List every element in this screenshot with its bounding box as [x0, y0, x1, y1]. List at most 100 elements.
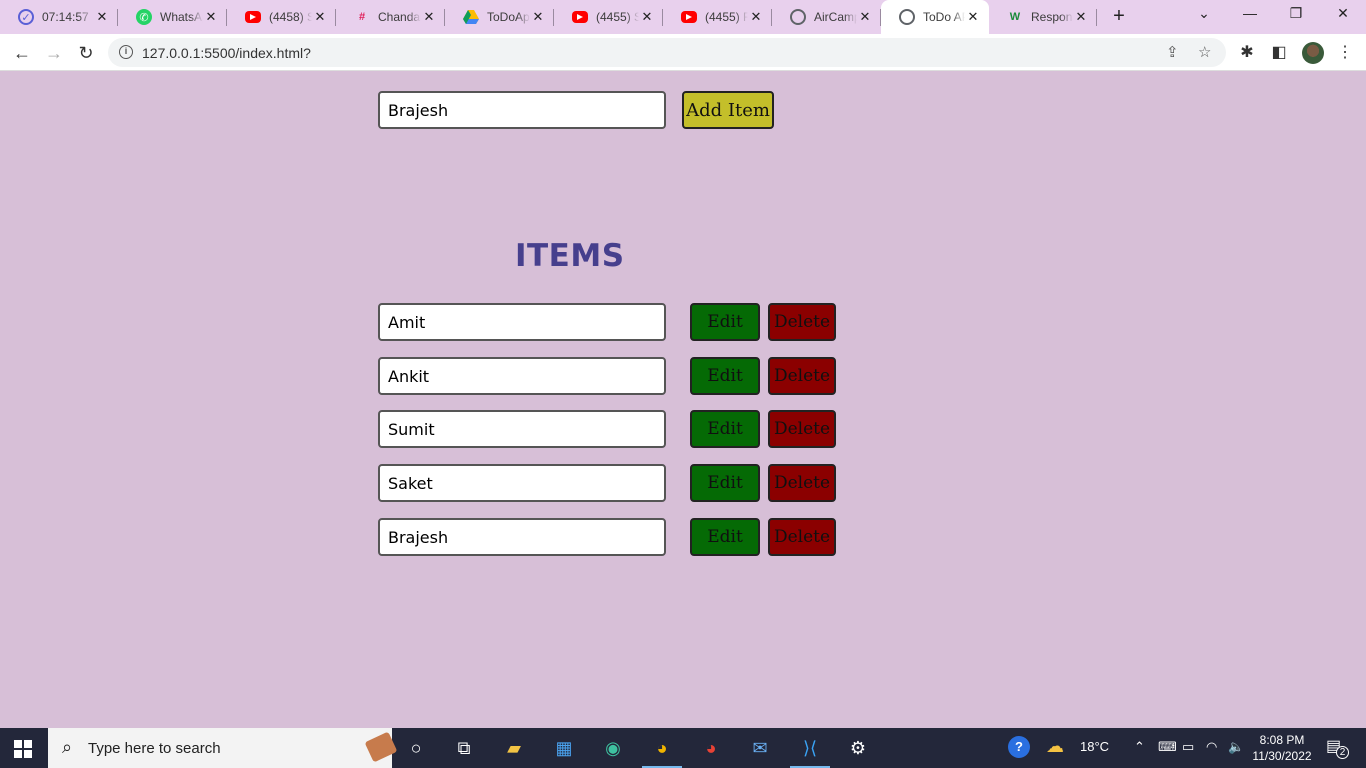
minimize-button[interactable]: —: [1227, 5, 1273, 29]
file-explorer-icon[interactable]: ▰: [500, 734, 528, 762]
profile-avatar[interactable]: [1302, 42, 1324, 64]
side-panel-icon[interactable]: ◧: [1268, 42, 1290, 64]
reload-button[interactable]: ↻: [73, 40, 99, 66]
battery-icon[interactable]: ▭: [1182, 739, 1194, 755]
taskbar-clock[interactable]: 8:08 PM 11/30/2022: [1250, 732, 1314, 764]
slack-icon: #: [358, 11, 366, 23]
close-icon[interactable]: ✕: [857, 9, 873, 25]
close-icon[interactable]: ✕: [421, 9, 437, 25]
help-icon[interactable]: ?: [1008, 736, 1030, 758]
tab-title: (4458) Sh: [269, 10, 312, 24]
back-button[interactable]: ←: [9, 40, 35, 66]
edge-icon[interactable]: ◉: [599, 734, 627, 762]
temperature-text[interactable]: 18°C: [1080, 739, 1109, 754]
item-text-field[interactable]: [378, 357, 666, 395]
new-tab-button[interactable]: +: [1108, 6, 1130, 28]
delete-button[interactable]: Delete: [768, 518, 836, 556]
items-heading: ITEMS: [515, 238, 625, 274]
windows-start-icon[interactable]: [14, 740, 32, 758]
delete-button[interactable]: Delete: [768, 303, 836, 341]
vscode-icon[interactable]: ⟩⟨: [790, 734, 830, 768]
browser-tab[interactable]: (4455) R ✕: [663, 0, 772, 34]
delete-button[interactable]: Delete: [768, 464, 836, 502]
item-text-field[interactable]: [378, 410, 666, 448]
browser-tab[interactable]: W Respons ✕: [989, 0, 1097, 34]
delete-button[interactable]: Delete: [768, 357, 836, 395]
extensions-icon[interactable]: ✱: [1236, 42, 1258, 64]
edit-button[interactable]: Edit: [690, 357, 760, 395]
item-text-field[interactable]: [378, 303, 666, 341]
close-icon[interactable]: ✕: [639, 9, 655, 25]
meet-now-icon[interactable]: ⌨: [1158, 739, 1177, 755]
browser-tab[interactable]: ✓ 07:14:57 ✕: [0, 0, 118, 34]
search-icon: ⌕: [62, 737, 73, 757]
chrome-icon[interactable]: ◕: [642, 734, 682, 768]
clock-date: 11/30/2022: [1252, 749, 1312, 763]
mail-icon[interactable]: ✉: [746, 734, 774, 762]
tab-title: AirCamp: [814, 10, 857, 24]
whatsapp-icon: ✆: [136, 9, 152, 25]
site-info-icon[interactable]: i: [119, 45, 133, 59]
microsoft-store-icon[interactable]: ▦: [550, 734, 578, 762]
w-icon: W: [1009, 11, 1021, 23]
search-placeholder: Type here to search: [88, 740, 221, 757]
chrome-icon[interactable]: ◕: [697, 734, 725, 762]
taskbar-search-box[interactable]: ⌕ Type here to search: [48, 728, 398, 768]
close-icon[interactable]: ✕: [94, 9, 110, 25]
add-item-button[interactable]: Add Item: [682, 91, 774, 129]
close-icon[interactable]: ✕: [312, 9, 328, 25]
menu-icon[interactable]: ⋮: [1334, 42, 1356, 64]
browser-tab[interactable]: (4455) Sh ✕: [554, 0, 663, 34]
tab-title: (4455) Sh: [596, 10, 639, 24]
browser-tab[interactable]: AirCamp ✕: [772, 0, 881, 34]
wifi-icon[interactable]: ◠: [1206, 739, 1217, 755]
tab-title: (4455) R: [705, 10, 748, 24]
youtube-icon: [681, 11, 697, 23]
new-item-input[interactable]: [378, 91, 666, 129]
browser-toolbar: ← → ↻ i 127.0.0.1:5500/index.html? ⇪ ☆ ✱…: [0, 34, 1366, 71]
bookmark-star-icon[interactable]: ☆: [1198, 43, 1211, 61]
tab-search-button[interactable]: ⌄: [1181, 5, 1227, 29]
globe-icon: [899, 9, 915, 25]
item-text-field[interactable]: [378, 464, 666, 502]
cortana-icon[interactable]: ○: [402, 734, 430, 762]
browser-tab[interactable]: ✆ WhatsApp ✕: [118, 0, 227, 34]
clock-time: 8:08 PM: [1259, 733, 1305, 747]
close-window-button[interactable]: ✕: [1320, 5, 1366, 29]
url-text: 127.0.0.1:5500/index.html?: [142, 45, 311, 61]
windows-taskbar: ⌕ Type here to search ○ ⧉ ▰ ▦ ◉ ◕ ◕ ✉ ⟩⟨…: [0, 728, 1366, 768]
browser-tab[interactable]: # Chandan ✕: [336, 0, 445, 34]
volume-icon[interactable]: 🔈: [1228, 739, 1244, 755]
close-icon[interactable]: ✕: [965, 9, 981, 25]
settings-gear-icon[interactable]: ⚙: [844, 734, 872, 762]
task-view-icon[interactable]: ⧉: [450, 734, 478, 762]
share-icon[interactable]: ⇪: [1166, 43, 1179, 61]
youtube-icon: [572, 11, 588, 23]
google-drive-icon: [463, 9, 479, 25]
close-icon[interactable]: ✕: [1073, 9, 1089, 25]
close-icon[interactable]: ✕: [203, 9, 219, 25]
edit-button[interactable]: Edit: [690, 518, 760, 556]
edit-button[interactable]: Edit: [690, 464, 760, 502]
tab-title: WhatsApp: [160, 10, 203, 24]
chevron-up-icon[interactable]: ⌃: [1134, 739, 1145, 755]
item-text-field[interactable]: [378, 518, 666, 556]
tab-title: ToDo AP: [923, 10, 965, 24]
close-icon[interactable]: ✕: [748, 9, 764, 25]
notification-count: 2: [1336, 746, 1349, 759]
clock-icon: ✓: [18, 9, 34, 25]
edit-button[interactable]: Edit: [690, 410, 760, 448]
browser-tab[interactable]: ToDoApp ✕: [445, 0, 554, 34]
browser-tab-active[interactable]: ToDo AP ✕: [881, 0, 989, 34]
address-bar[interactable]: i 127.0.0.1:5500/index.html? ⇪ ☆: [108, 38, 1226, 67]
youtube-icon: [245, 11, 261, 23]
close-icon[interactable]: ✕: [530, 9, 546, 25]
tab-title: Respons: [1031, 10, 1073, 24]
weather-cloud-icon[interactable]: ☁: [1046, 736, 1064, 757]
browser-tab[interactable]: (4458) Sh ✕: [227, 0, 336, 34]
restore-button[interactable]: ❐: [1273, 5, 1319, 29]
delete-button[interactable]: Delete: [768, 410, 836, 448]
tab-title: Chandan: [378, 10, 421, 24]
forward-button[interactable]: →: [41, 40, 67, 66]
edit-button[interactable]: Edit: [690, 303, 760, 341]
